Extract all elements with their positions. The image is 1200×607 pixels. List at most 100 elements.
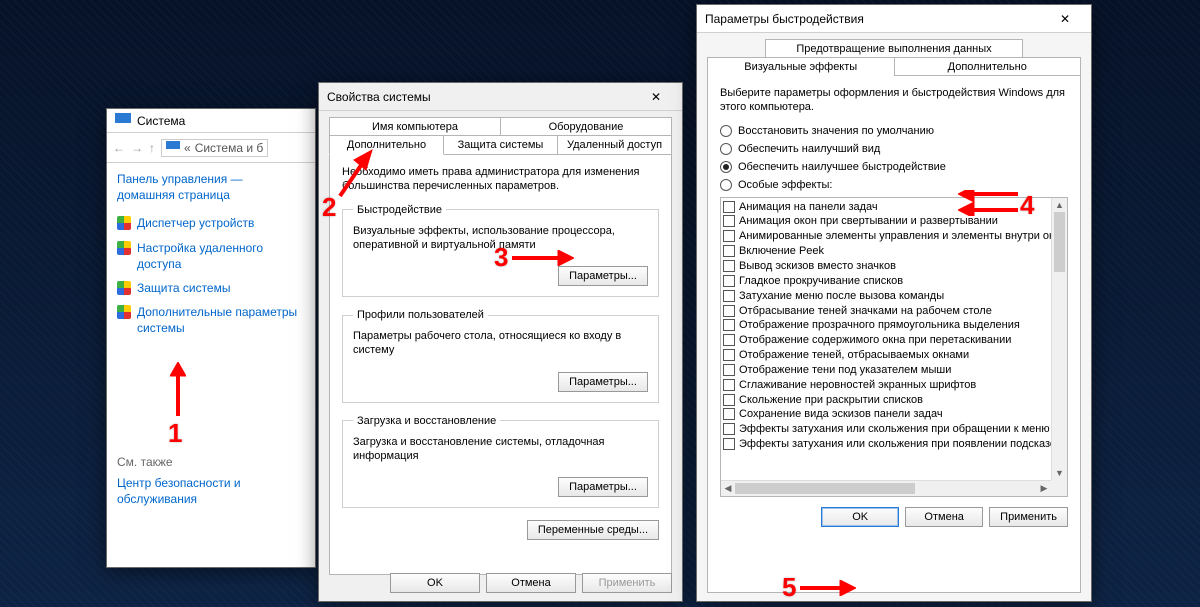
checkbox-icon[interactable] xyxy=(723,275,735,287)
effect-checkbox-row[interactable]: Отображение теней, отбрасываемых окнами xyxy=(723,348,1049,363)
effect-checkbox-row[interactable]: Включение Peek xyxy=(723,244,1049,259)
effect-checkbox-row[interactable]: Затухание меню после вызова команды xyxy=(723,289,1049,304)
radio-icon[interactable] xyxy=(720,125,732,137)
tab-system-protection[interactable]: Защита системы xyxy=(444,135,558,155)
effects-listbox[interactable]: Анимация на панели задачАнимация окон пр… xyxy=(720,197,1068,497)
close-icon[interactable]: ✕ xyxy=(1047,8,1083,30)
shield-icon xyxy=(117,241,131,255)
checkbox-icon[interactable] xyxy=(723,201,735,213)
scroll-thumb[interactable] xyxy=(1054,212,1065,272)
checkbox-icon[interactable] xyxy=(723,423,735,435)
radio-label: Обеспечить наилучшее быстродействие xyxy=(738,161,946,173)
environment-variables-button[interactable]: Переменные среды... xyxy=(527,520,659,540)
breadcrumb[interactable]: « Система и б xyxy=(161,139,268,157)
checkbox-label: Анимация на панели задач xyxy=(739,200,878,215)
effect-checkbox-row[interactable]: Сохранение вида эскизов панели задач xyxy=(723,407,1049,422)
checkbox-icon[interactable] xyxy=(723,334,735,346)
effect-checkbox-row[interactable]: Анимация окон при свертывании и разверты… xyxy=(723,214,1049,229)
admin-note: Необходимо иметь права администратора дл… xyxy=(342,165,659,194)
side-panel: Панель управления — домашняя страница Ди… xyxy=(107,163,315,515)
device-manager-link[interactable]: Диспетчер устройств xyxy=(137,215,254,231)
checkbox-label: Вывод эскизов вместо значков xyxy=(739,259,896,274)
system-small-icon xyxy=(166,141,180,155)
annotation-number-3: 3 xyxy=(494,242,508,273)
tab-remote[interactable]: Удаленный доступ xyxy=(558,135,672,155)
scroll-thumb[interactable] xyxy=(735,483,915,494)
tab-computer-name[interactable]: Имя компьютера xyxy=(329,117,501,136)
horizontal-scrollbar[interactable]: ◀ ▶ xyxy=(721,480,1051,496)
checkbox-icon[interactable] xyxy=(723,319,735,331)
checkbox-icon[interactable] xyxy=(723,245,735,257)
annotation-arrow-1 xyxy=(170,362,186,416)
effect-checkbox-row[interactable]: Отображение прозрачного прямоугольника в… xyxy=(723,318,1049,333)
titlebar: Свойства системы ✕ xyxy=(319,83,682,111)
checkbox-label: Отображение тени под указателем мыши xyxy=(739,363,951,378)
checkbox-icon[interactable] xyxy=(723,408,735,420)
nav-up-icon[interactable]: ↑ xyxy=(149,141,155,155)
checkbox-label: Отображение теней, отбрасываемых окнами xyxy=(739,348,969,363)
checkbox-label: Отбрасывание теней значками на рабочем с… xyxy=(739,304,992,319)
effect-checkbox-row[interactable]: Скольжение при раскрытии списков xyxy=(723,393,1049,408)
ok-button[interactable]: OK xyxy=(821,507,899,527)
group-legend: Быстродействие xyxy=(353,204,446,216)
tab-advanced[interactable]: Дополнительно xyxy=(895,57,1082,76)
scroll-right-icon[interactable]: ▶ xyxy=(1037,481,1051,496)
radio-icon[interactable] xyxy=(720,161,732,173)
effect-checkbox-row[interactable]: Отображение тени под указателем мыши xyxy=(723,363,1049,378)
nav-back-icon[interactable]: ← xyxy=(113,141,125,155)
effect-checkbox-row[interactable]: Сглаживание неровностей экранных шрифтов xyxy=(723,378,1049,393)
tab-hardware[interactable]: Оборудование xyxy=(501,117,672,136)
effect-checkbox-row[interactable]: Эффекты затухания или скольжения при обр… xyxy=(723,422,1049,437)
tab-dep[interactable]: Предотвращение выполнения данных xyxy=(765,39,1022,58)
radio-icon[interactable] xyxy=(720,179,732,191)
effect-checkbox-row[interactable]: Анимированные элементы управления и элем… xyxy=(723,229,1049,244)
effect-checkbox-row[interactable]: Гладкое прокручивание списков xyxy=(723,274,1049,289)
checkbox-icon[interactable] xyxy=(723,349,735,361)
checkbox-icon[interactable] xyxy=(723,215,735,227)
checkbox-icon[interactable] xyxy=(723,364,735,376)
security-center-link[interactable]: Центр безопасности и обслуживания xyxy=(117,475,305,507)
checkbox-icon[interactable] xyxy=(723,394,735,406)
checkbox-label: Скольжение при раскрытии списков xyxy=(739,393,923,408)
scroll-down-icon[interactable]: ▼ xyxy=(1052,466,1067,480)
advanced-system-settings-link[interactable]: Дополнительные параметры системы xyxy=(137,304,305,336)
performance-settings-button[interactable]: Параметры... xyxy=(558,266,648,286)
tabs-row-top: Имя компьютера Оборудование xyxy=(329,117,672,136)
startup-recovery-settings-button[interactable]: Параметры... xyxy=(558,477,648,497)
checkbox-icon[interactable] xyxy=(723,305,735,317)
checkbox-icon[interactable] xyxy=(723,438,735,450)
effect-checkbox-row[interactable]: Эффекты затухания или скольжения при поя… xyxy=(723,437,1049,452)
control-panel-home-link[interactable]: Панель управления — домашняя страница xyxy=(117,171,305,203)
apply-button[interactable]: Применить xyxy=(582,573,672,593)
user-profiles-settings-button[interactable]: Параметры... xyxy=(558,372,648,392)
radio-icon[interactable] xyxy=(720,143,732,155)
checkbox-icon[interactable] xyxy=(723,260,735,272)
checkbox-icon[interactable] xyxy=(723,290,735,302)
radio-option[interactable]: Обеспечить наилучший вид xyxy=(720,143,1068,155)
effect-checkbox-row[interactable]: Отображение содержимого окна при перетас… xyxy=(723,333,1049,348)
radio-option[interactable]: Восстановить значения по умолчанию xyxy=(720,125,1068,137)
scroll-left-icon[interactable]: ◀ xyxy=(721,481,735,496)
checkbox-icon[interactable] xyxy=(723,230,735,242)
scroll-up-icon[interactable]: ▲ xyxy=(1052,198,1067,212)
cancel-button[interactable]: Отмена xyxy=(905,507,983,527)
remote-settings-link[interactable]: Настройка удаленного доступа xyxy=(137,240,305,272)
system-protection-link[interactable]: Защита системы xyxy=(137,280,230,296)
effect-checkbox-row[interactable]: Вывод эскизов вместо значков xyxy=(723,259,1049,274)
tab-visual-effects[interactable]: Визуальные эффекты xyxy=(707,57,895,76)
nav-forward-icon[interactable]: → xyxy=(131,141,143,155)
radio-option[interactable]: Особые эффекты: xyxy=(720,179,1068,191)
checkbox-label: Анимированные элементы управления и элем… xyxy=(739,229,1051,244)
control-panel-system-window: Система ← → ↑ « Система и б Панель управ… xyxy=(106,108,316,568)
checkbox-icon[interactable] xyxy=(723,379,735,391)
vertical-scrollbar[interactable]: ▲ ▼ xyxy=(1051,198,1067,480)
close-icon[interactable]: ✕ xyxy=(638,86,674,108)
address-bar[interactable]: ← → ↑ « Система и б xyxy=(107,133,315,163)
apply-button[interactable]: Применить xyxy=(989,507,1068,527)
ok-button[interactable]: OK xyxy=(390,573,480,593)
annotation-arrow-5 xyxy=(800,580,856,596)
cancel-button[interactable]: Отмена xyxy=(486,573,576,593)
effect-checkbox-row[interactable]: Отбрасывание теней значками на рабочем с… xyxy=(723,304,1049,319)
radio-option[interactable]: Обеспечить наилучшее быстродействие xyxy=(720,161,1068,173)
checkbox-label: Анимация окон при свертывании и разверты… xyxy=(739,214,998,229)
